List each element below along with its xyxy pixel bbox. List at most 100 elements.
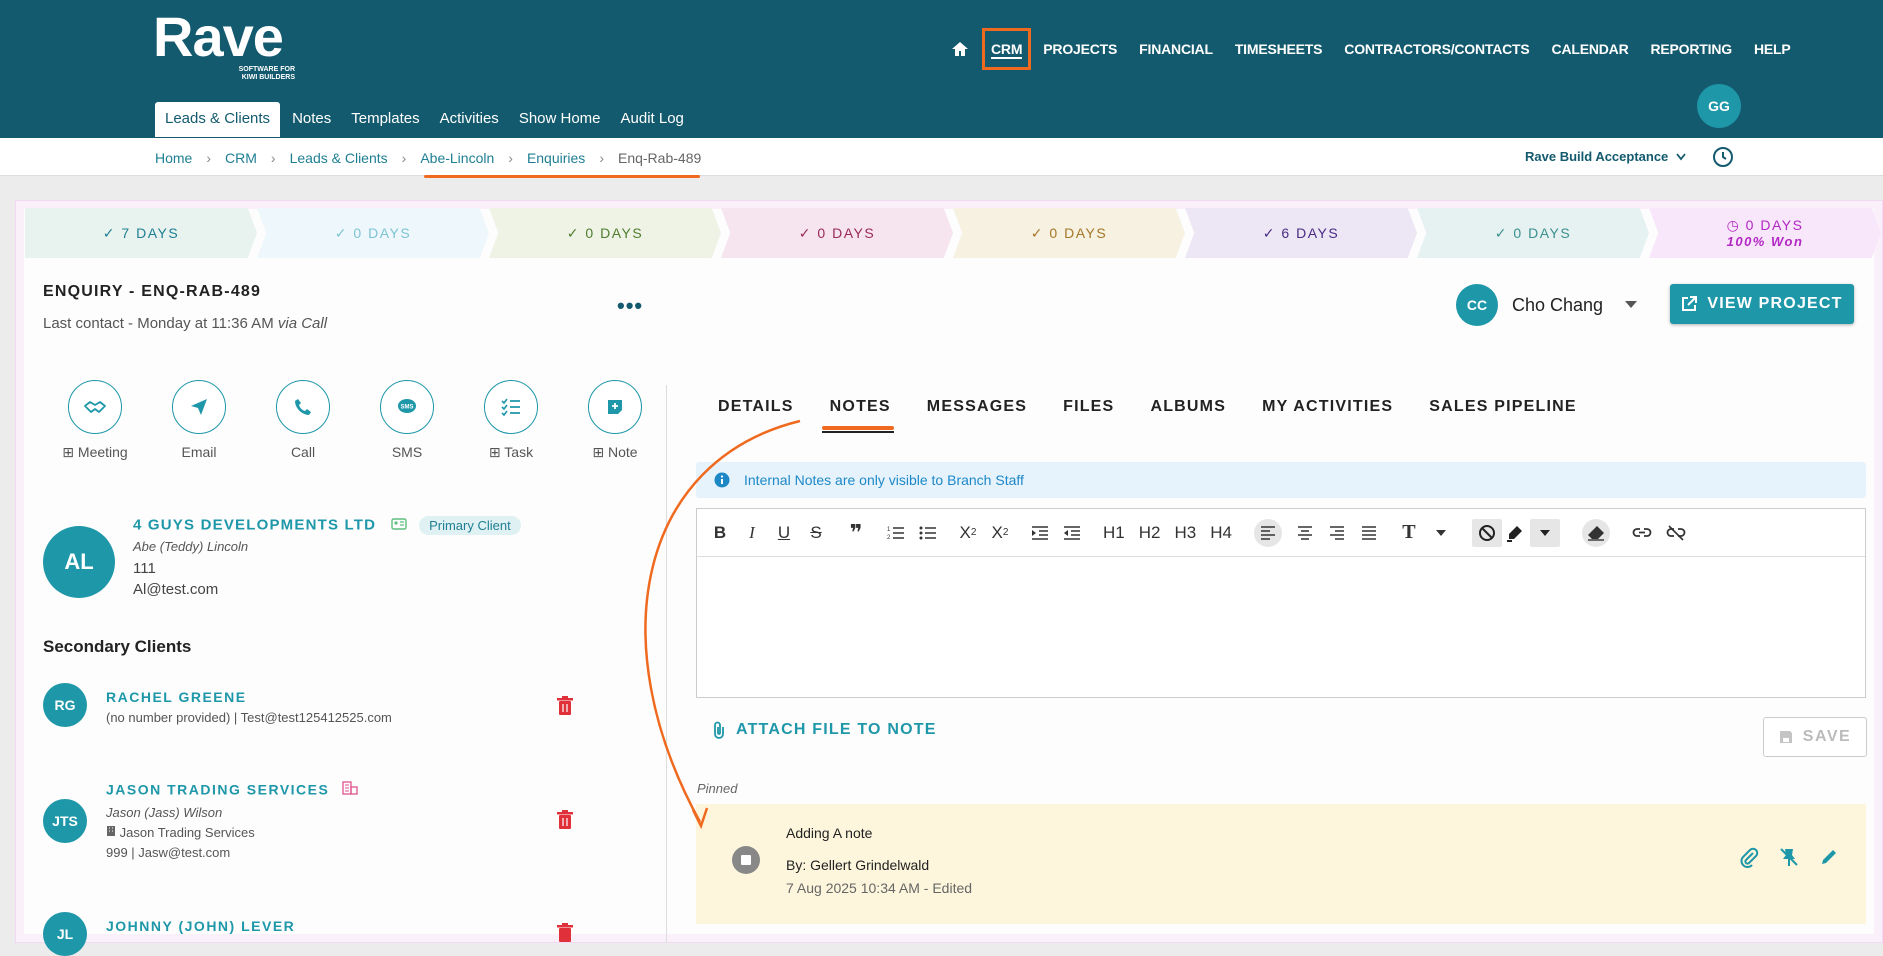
view-project-button[interactable]: VIEW PROJECT [1670,284,1854,324]
tab-my-activities[interactable]: MY ACTIVITIES [1244,398,1411,416]
tab-notes[interactable]: NOTES [812,398,909,416]
check-icon: ✓ [1494,224,1514,241]
pinned-note[interactable]: Adding A note By: Gellert Grindelwald 7 … [696,804,1866,924]
tab-sales-pipeline[interactable]: SALES PIPELINE [1411,398,1595,416]
more-options-icon[interactable]: ••• [617,293,643,319]
subscript-icon[interactable]: X2 [959,523,977,543]
delete-secondary-client-icon[interactable] [556,923,574,943]
tab-messages[interactable]: MESSAGES [909,398,1045,416]
home-icon[interactable] [950,39,970,59]
branch-selector[interactable]: Rave Build Acceptance [1525,149,1686,164]
pipeline-stage[interactable]: ✓ 0 DAYS [953,208,1185,258]
indent-icon[interactable] [1031,525,1049,541]
nav-contractors-contacts[interactable]: CONTRACTORS/CONTACTS [1344,41,1529,57]
subnav-audit-log[interactable]: Audit Log [613,102,692,137]
nav-calendar[interactable]: CALENDAR [1552,41,1629,57]
paperclip-icon[interactable] [1738,846,1760,868]
breadcrumb-leads-clients[interactable]: Leads & Clients [290,150,388,166]
rave-logo[interactable]: Rave SOFTWARE FOR KIWI BUILDERS [153,9,295,82]
caret-down-icon[interactable] [1432,529,1450,536]
task-action[interactable]: ⊞ Task [459,380,563,461]
nav-projects[interactable]: PROJECTS [1043,41,1117,57]
nav-financial[interactable]: FINANCIAL [1139,41,1213,57]
owner-selector[interactable]: CC Cho Chang [1456,284,1638,326]
heading-1-button[interactable]: H1 [1103,523,1125,543]
blockquote-icon[interactable]: ❞ [847,520,865,546]
heading-2-button[interactable]: H2 [1139,523,1161,543]
delete-secondary-client-icon[interactable] [556,696,574,716]
attach-file-button[interactable]: ATTACH FILE TO NOTE [712,721,937,739]
subnav-activities[interactable]: Activities [432,102,507,137]
caret-down-icon[interactable] [1529,518,1560,547]
align-left-icon[interactable] [1253,518,1282,547]
note-editor-body[interactable] [697,557,1865,697]
unpin-icon[interactable] [1778,846,1800,868]
secondary-client-name[interactable]: RACHEL GREENE [106,689,586,705]
link-icon[interactable] [1632,526,1652,540]
sms-icon[interactable]: SMS [380,380,434,434]
breadcrumb-crm[interactable]: CRM [225,150,257,166]
primary-client-name[interactable]: 4 GUYS DEVELOPMENTS LTD [133,517,376,534]
italic-icon[interactable]: I [743,523,761,543]
note-action[interactable]: ⊞ Note [563,380,667,461]
heading-4-button[interactable]: H4 [1210,523,1232,543]
pipeline-stage[interactable]: ✓ 0 DAYS [489,208,721,258]
user-avatar[interactable]: GG [1697,84,1741,128]
pipeline-stage[interactable]: ✓ 0 DAYS [257,208,489,258]
delete-secondary-client-icon[interactable] [556,810,574,830]
breadcrumb-abe-lincoln[interactable]: Abe-Lincoln [420,150,494,166]
sms-action[interactable]: SMS SMS [355,380,459,461]
call-action[interactable]: Call [251,380,355,461]
building-icon [106,825,120,840]
add-note-icon[interactable] [588,380,642,434]
tab-albums[interactable]: ALBUMS [1132,398,1244,416]
pipeline-stage[interactable]: ✓ 0 DAYS [1417,208,1649,258]
breadcrumb-home[interactable]: Home [155,150,192,166]
nav-help[interactable]: HELP [1754,41,1791,57]
text-style-icon[interactable]: T [1400,521,1418,544]
checklist-icon[interactable] [484,380,538,434]
bullet-list-icon[interactable] [919,525,937,541]
breadcrumb: Home › CRM › Leads & Clients › Abe-Lincoln ›… [155,150,701,166]
send-icon[interactable] [172,380,226,434]
unlink-icon[interactable] [1666,524,1686,541]
email-action[interactable]: Email [147,380,251,461]
nav-timesheets[interactable]: TIMESHEETS [1235,41,1323,57]
tab-details[interactable]: DETAILS [700,398,812,416]
superscript-icon[interactable]: X2 [991,523,1009,543]
ordered-list-icon[interactable]: 12 [887,525,905,541]
subnav-leads-clients[interactable]: Leads & Clients [155,102,281,137]
pipeline-stage[interactable]: ✓ 7 DAYS [25,208,257,258]
pipeline-stage[interactable]: ✓ 6 DAYS [1185,208,1417,258]
pipeline-stage-won[interactable]: ◷ 0 DAYS 100% Won [1649,208,1881,258]
history-clock-icon[interactable] [1712,146,1734,168]
highlighter-icon[interactable] [1506,524,1524,542]
subnav-show-home[interactable]: Show Home [511,102,609,137]
no-format-icon[interactable] [1471,518,1502,547]
phone-icon[interactable] [276,380,330,434]
meeting-action[interactable]: ⊞ Meeting [43,380,147,461]
nav-crm[interactable]: CRM [991,41,1022,59]
outdent-icon[interactable] [1063,525,1081,541]
nav-reporting[interactable]: REPORTING [1651,41,1733,57]
secondary-client-name[interactable]: JASON TRADING SERVICES [106,782,329,798]
subnav-notes[interactable]: Notes [284,102,339,137]
edit-pencil-icon[interactable] [1818,846,1840,868]
bold-icon[interactable]: B [711,523,729,543]
subnav-templates[interactable]: Templates [343,102,427,137]
tab-files[interactable]: FILES [1045,398,1132,416]
strikethrough-icon[interactable]: S [807,523,825,543]
breadcrumb-enquiries[interactable]: Enquiries [527,150,585,166]
save-note-button[interactable]: SAVE [1763,717,1867,757]
underline-icon[interactable]: U [775,523,793,543]
align-center-icon[interactable] [1296,525,1314,540]
chevron-down-icon [1676,149,1686,164]
eraser-icon[interactable] [1581,518,1610,547]
handshake-icon[interactable] [68,380,122,434]
align-right-icon[interactable] [1328,525,1346,540]
pipeline-stage[interactable]: ✓ 0 DAYS [721,208,953,258]
align-justify-icon[interactable] [1360,525,1378,540]
secondary-client-name[interactable]: JOHNNY (JOHN) LEVER [106,918,586,934]
heading-3-button[interactable]: H3 [1174,523,1196,543]
avatar: JL [43,912,87,956]
